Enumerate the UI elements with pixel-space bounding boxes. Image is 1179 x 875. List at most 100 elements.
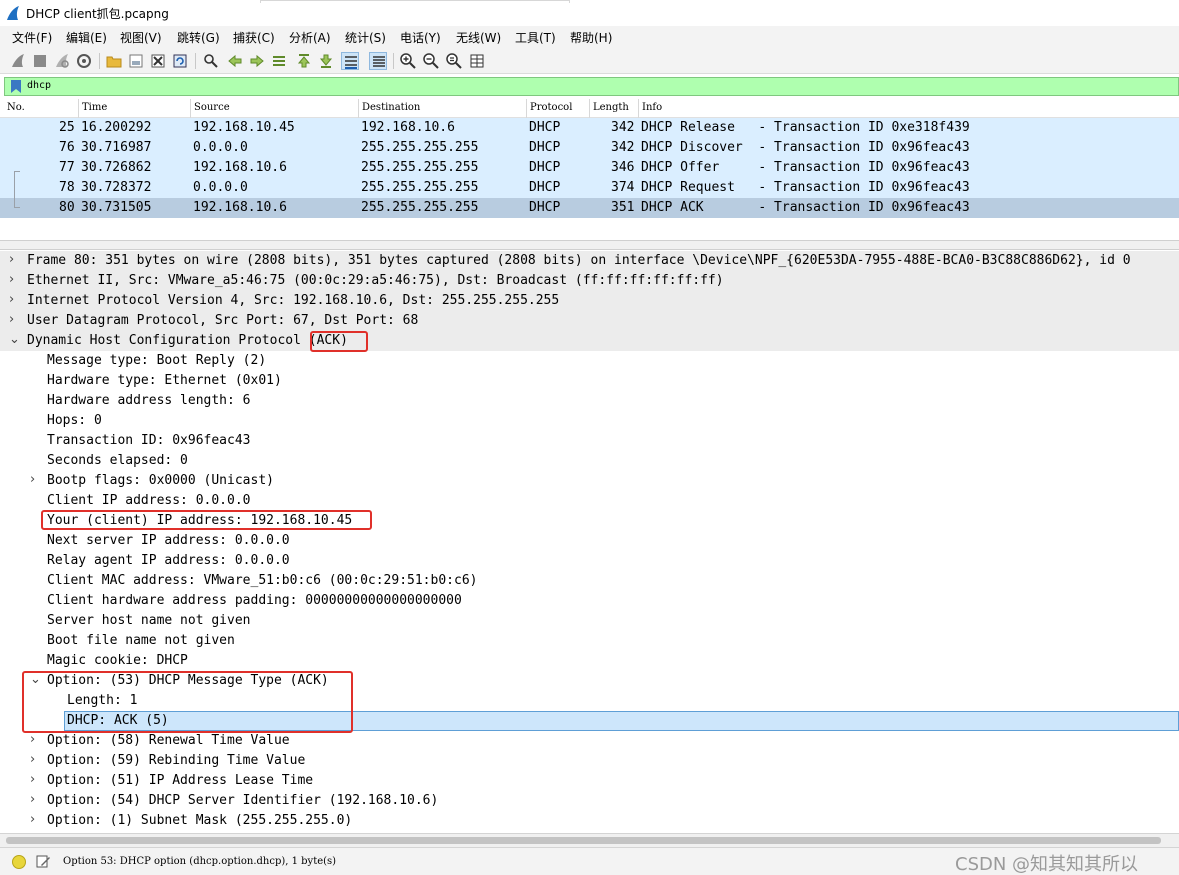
field-next-server-ip[interactable]: Next server IP address: 0.0.0.0: [0, 531, 1179, 551]
go-last-icon[interactable]: [317, 52, 335, 70]
capture-options-icon[interactable]: [75, 52, 93, 70]
packet-row[interactable]: 77 30.726862 192.168.10.6 255.255.255.25…: [0, 158, 1179, 178]
go-forward-icon[interactable]: [248, 52, 266, 70]
pane-splitter[interactable]: [0, 240, 1179, 250]
column-header-length[interactable]: Length: [593, 102, 629, 113]
tree-item-udp[interactable]: › User Datagram Protocol, Src Port: 67, …: [0, 311, 1179, 331]
column-header-protocol[interactable]: Protocol: [530, 102, 572, 113]
zoom-out-icon[interactable]: [422, 52, 440, 70]
field-boot-file-name[interactable]: Boot file name not given: [0, 631, 1179, 651]
display-filter-bar[interactable]: dhcp: [4, 77, 1179, 96]
packet-source: 0.0.0.0: [193, 140, 248, 155]
field-seconds-elapsed[interactable]: Seconds elapsed: 0: [0, 451, 1179, 471]
field-label: Transaction ID: 0x96feac43: [47, 433, 251, 448]
menu-edit[interactable]: 编辑(E): [65, 29, 108, 46]
menu-file[interactable]: 文件(F): [11, 29, 53, 46]
field-magic-cookie[interactable]: Magic cookie: DHCP: [0, 651, 1179, 671]
tree-item-option-59[interactable]: › Option: (59) Rebinding Time Value: [0, 751, 1179, 771]
menu-capture[interactable]: 捕获(C): [232, 29, 276, 46]
auto-scroll-icon[interactable]: [341, 52, 359, 70]
column-header-time[interactable]: Time: [82, 102, 107, 113]
field-hops[interactable]: Hops: 0: [0, 411, 1179, 431]
tab-outline: [260, 0, 570, 3]
column-header-info[interactable]: Info: [642, 102, 662, 113]
menu-bar: 文件(F) 编辑(E) 视图(V) 跳转(G) 捕获(C) 分析(A) 统计(S…: [0, 26, 1179, 48]
display-filter-input[interactable]: dhcp: [27, 80, 51, 91]
tree-item-ethernet[interactable]: › Ethernet II, Src: VMware_a5:46:75 (00:…: [0, 271, 1179, 291]
packet-protocol: DHCP: [529, 160, 561, 175]
scrollbar-thumb[interactable]: [6, 837, 1161, 844]
field-client-ip[interactable]: Client IP address: 0.0.0.0: [0, 491, 1179, 511]
dhcp-protocol-name: Dynamic Host Configuration Protocol: [27, 333, 309, 348]
chevron-right-icon[interactable]: ›: [9, 292, 14, 307]
field-hw-address-padding[interactable]: Client hardware address padding: 0000000…: [0, 591, 1179, 611]
go-back-icon[interactable]: [226, 52, 244, 70]
chevron-right-icon[interactable]: ›: [30, 792, 35, 807]
go-to-packet-icon[interactable]: [270, 52, 288, 70]
field-label: Boot file name not given: [47, 633, 235, 648]
tree-item-ip[interactable]: › Internet Protocol Version 4, Src: 192.…: [0, 291, 1179, 311]
packet-row[interactable]: 25 16.200292 192.168.10.45 192.168.10.6 …: [0, 118, 1179, 138]
column-header-source[interactable]: Source: [194, 102, 230, 113]
annotation-box-your-ip: [41, 510, 372, 530]
field-client-mac[interactable]: Client MAC address: VMware_51:b0:c6 (00:…: [0, 571, 1179, 591]
packet-info: DHCP Release - Transaction ID 0xe318f439: [641, 120, 970, 135]
menu-wireless[interactable]: 无线(W): [455, 29, 502, 46]
packet-destination: 255.255.255.255: [361, 180, 479, 195]
menu-statistics[interactable]: 统计(S): [344, 29, 387, 46]
packet-time: 30.731505: [81, 200, 152, 215]
menu-go[interactable]: 跳转(G): [176, 29, 221, 46]
chevron-right-icon[interactable]: ›: [30, 772, 35, 787]
field-label: Client IP address: 0.0.0.0: [47, 493, 251, 508]
chevron-right-icon[interactable]: ›: [9, 252, 14, 267]
filter-bookmark-icon[interactable]: [10, 79, 22, 94]
field-relay-agent-ip[interactable]: Relay agent IP address: 0.0.0.0: [0, 551, 1179, 571]
tree-item-option-1[interactable]: › Option: (1) Subnet Mask (255.255.255.0…: [0, 811, 1179, 831]
start-capture-icon[interactable]: [9, 52, 27, 70]
colorize-icon[interactable]: [369, 52, 387, 70]
tree-item-frame[interactable]: › Frame 80: 351 bytes on wire (2808 bits…: [0, 251, 1179, 271]
tree-item-option-51[interactable]: › Option: (51) IP Address Lease Time: [0, 771, 1179, 791]
menu-tools[interactable]: 工具(T): [514, 29, 557, 46]
edit-comment-icon[interactable]: [35, 853, 51, 869]
menu-analyze[interactable]: 分析(A): [288, 29, 332, 46]
save-file-icon[interactable]: [127, 52, 145, 70]
close-file-icon[interactable]: [149, 52, 167, 70]
horizontal-scrollbar[interactable]: [0, 833, 1179, 847]
chevron-right-icon[interactable]: ›: [9, 272, 14, 287]
expert-info-indicator-icon[interactable]: [12, 855, 26, 869]
menu-view[interactable]: 视图(V): [119, 29, 163, 46]
chevron-right-icon[interactable]: ›: [30, 812, 35, 827]
chevron-right-icon[interactable]: ›: [30, 752, 35, 767]
zoom-normal-icon[interactable]: [445, 52, 463, 70]
field-server-host-name[interactable]: Server host name not given: [0, 611, 1179, 631]
tree-item-bootp-flags[interactable]: › Bootp flags: 0x0000 (Unicast): [0, 471, 1179, 491]
menu-telephony[interactable]: 电话(Y): [399, 29, 442, 46]
stop-capture-icon[interactable]: [31, 52, 49, 70]
field-transaction-id[interactable]: Transaction ID: 0x96feac43: [0, 431, 1179, 451]
column-header-no[interactable]: No.: [7, 102, 25, 113]
resize-columns-icon[interactable]: [468, 52, 486, 70]
packet-row[interactable]: 78 30.728372 0.0.0.0 255.255.255.255 DHC…: [0, 178, 1179, 198]
tree-item-option-58[interactable]: › Option: (58) Renewal Time Value: [0, 731, 1179, 751]
column-header-destination[interactable]: Destination: [362, 102, 420, 113]
reload-file-icon[interactable]: [171, 52, 189, 70]
chevron-down-icon[interactable]: ⌄: [9, 332, 20, 347]
restart-capture-icon[interactable]: [53, 52, 71, 70]
field-hardware-type[interactable]: Hardware type: Ethernet (0x01): [0, 371, 1179, 391]
chevron-right-icon[interactable]: ›: [30, 732, 35, 747]
field-message-type[interactable]: Message type: Boot Reply (2): [0, 351, 1179, 371]
find-packet-icon[interactable]: [202, 52, 220, 70]
chevron-right-icon[interactable]: ›: [30, 472, 35, 487]
menu-help[interactable]: 帮助(H): [569, 29, 613, 46]
zoom-in-icon[interactable]: [399, 52, 417, 70]
go-first-icon[interactable]: [295, 52, 313, 70]
field-hardware-address-length[interactable]: Hardware address length: 6: [0, 391, 1179, 411]
open-file-icon[interactable]: [105, 52, 123, 70]
tree-item-dhcp[interactable]: ⌄ Dynamic Host Configuration Protocol (A…: [0, 331, 1179, 351]
tree-item-label: Frame 80: 351 bytes on wire (2808 bits),…: [27, 253, 1131, 268]
chevron-right-icon[interactable]: ›: [9, 312, 14, 327]
packet-row-selected[interactable]: 80 30.731505 192.168.10.6 255.255.255.25…: [0, 198, 1179, 218]
packet-row[interactable]: 76 30.716987 0.0.0.0 255.255.255.255 DHC…: [0, 138, 1179, 158]
tree-item-option-54[interactable]: › Option: (54) DHCP Server Identifier (1…: [0, 791, 1179, 811]
